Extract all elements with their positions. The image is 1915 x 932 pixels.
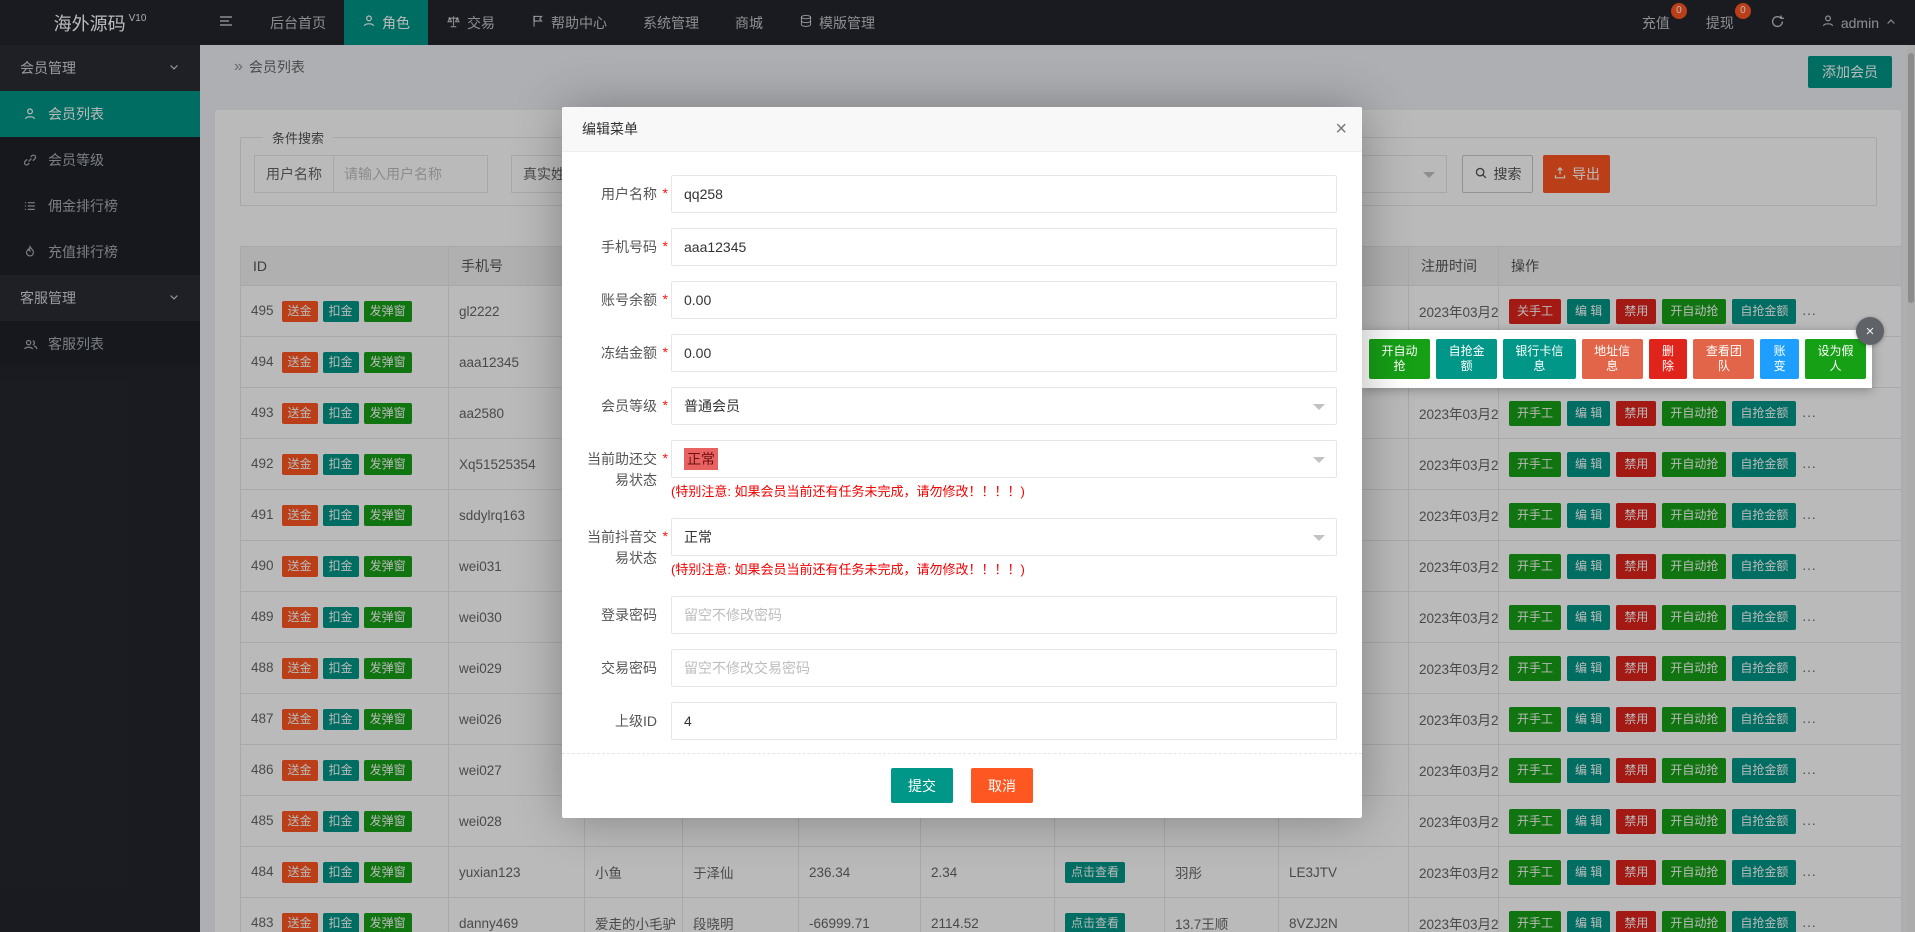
modal-form-row: 交易密码 <box>562 649 1362 687</box>
field-label-text: 手机号码 <box>601 239 657 255</box>
phone-field[interactable] <box>671 228 1337 266</box>
select-value: 正常 <box>684 529 712 545</box>
field-label-text: 冻结金额 <box>601 345 657 361</box>
field-label: 账号余额 * <box>587 281 671 319</box>
username-field[interactable] <box>671 175 1337 213</box>
field-label: 会员等级 * <box>587 387 671 425</box>
field-control <box>671 596 1337 634</box>
douyin-trade-status-select[interactable]: 正常 <box>671 518 1337 556</box>
field-label-text: 交易密码 <box>601 660 657 676</box>
required-asterisk: * <box>662 291 668 307</box>
field-control <box>671 649 1337 687</box>
field-label-text: 当前抖音交易状态 <box>587 529 657 566</box>
modal-title: 编辑菜单 <box>562 107 1362 152</box>
field-control <box>671 175 1337 213</box>
modal-form-row: 上级ID <box>562 702 1362 740</box>
modal-close-button[interactable]: × <box>1335 117 1347 141</box>
field-label-text: 上级ID <box>615 713 657 729</box>
required-asterisk: * <box>662 344 668 360</box>
field-control <box>671 702 1337 740</box>
parent-id-field[interactable] <box>671 702 1337 740</box>
account-change-button[interactable]: 账变 <box>1760 339 1799 379</box>
popup-close-button[interactable]: × <box>1856 317 1884 345</box>
field-control: 正常 (特别注意: 如果会员当前还有任务未完成，请勿修改！！！！) <box>671 440 1337 501</box>
field-label: 当前抖音交易状态 * <box>587 518 671 579</box>
select-value: 普通会员 <box>684 398 740 414</box>
required-asterisk: * <box>662 185 668 201</box>
chevron-down-icon <box>1313 535 1325 547</box>
modal-form-row: 账号余额 * <box>562 281 1362 319</box>
submit-button[interactable]: 提交 <box>891 768 953 803</box>
field-label: 交易密码 <box>587 649 671 687</box>
field-control <box>671 281 1337 319</box>
field-label: 当前助还交易状态 * <box>587 440 671 501</box>
select-value: 正常 <box>684 448 718 470</box>
required-asterisk: * <box>662 450 668 466</box>
field-label-text: 账号余额 <box>601 292 657 308</box>
warning-note: (特别注意: 如果会员当前还有任务未完成，请勿修改！！！！) <box>671 562 1025 577</box>
field-label: 登录密码 <box>587 596 671 634</box>
bank-info-button[interactable]: 银行卡信息 <box>1503 339 1576 379</box>
field-label-text: 用户名称 <box>601 186 657 202</box>
required-asterisk: * <box>662 238 668 254</box>
member-level-select[interactable]: 普通会员 <box>671 387 1337 425</box>
field-label: 上级ID <box>587 702 671 740</box>
chevron-down-icon <box>1313 404 1325 416</box>
field-label: 冻结金额 * <box>587 334 671 372</box>
modal-form-row: 会员等级 * 普通会员 <box>562 387 1362 425</box>
required-asterisk: * <box>662 528 668 544</box>
open-auto-grab-button[interactable]: 开自动抢 <box>1369 339 1431 379</box>
loan-trade-status-select[interactable]: 正常 <box>671 440 1337 478</box>
modal-form-row: 手机号码 * <box>562 228 1362 266</box>
modal-footer: 提交 取消 <box>562 753 1362 818</box>
frozen-amount-field[interactable] <box>671 334 1337 372</box>
edit-member-modal: 编辑菜单 × 用户名称 * 手机号码 * 账号余额 * 冻结金额 * 会员等级 * 普通会员当前助还… <box>562 107 1362 818</box>
trade-password-field[interactable] <box>671 649 1337 687</box>
modal-form-row: 冻结金额 * <box>562 334 1362 372</box>
field-control <box>671 334 1337 372</box>
row-actions-popup: 开自动抢 自抢金额 银行卡信息 地址信息 删除 查看团队 账变 设为假人 <box>1362 330 1872 388</box>
modal-form-row: 登录密码 <box>562 596 1362 634</box>
field-label-text: 当前助还交易状态 <box>587 451 657 488</box>
field-control: 正常 (特别注意: 如果会员当前还有任务未完成，请勿修改！！！！) <box>671 518 1337 579</box>
balance-field[interactable] <box>671 281 1337 319</box>
modal-form-row: 当前抖音交易状态 * 正常 (特别注意: 如果会员当前还有任务未完成，请勿修改！！！！… <box>562 518 1362 579</box>
view-team-button[interactable]: 查看团队 <box>1693 339 1755 379</box>
field-label-text: 登录密码 <box>601 607 657 623</box>
cancel-button[interactable]: 取消 <box>971 768 1033 803</box>
chevron-down-icon <box>1313 457 1325 469</box>
modal-body: 用户名称*手机号码*账号余额*冻结金额*会员等级*普通会员当前助还交易状态*正常… <box>562 152 1362 740</box>
field-control: 普通会员 <box>671 387 1337 425</box>
field-control <box>671 228 1337 266</box>
field-label: 用户名称 * <box>587 175 671 213</box>
login-password-field[interactable] <box>671 596 1337 634</box>
modal-form-row: 用户名称 * <box>562 175 1362 213</box>
grab-amount-button[interactable]: 自抢金额 <box>1436 339 1498 379</box>
required-asterisk: * <box>662 397 668 413</box>
address-info-button[interactable]: 地址信息 <box>1581 339 1643 379</box>
delete-button[interactable]: 删除 <box>1648 339 1688 379</box>
field-label-text: 会员等级 <box>601 398 657 414</box>
set-fake-button[interactable]: 设为假人 <box>1804 339 1867 379</box>
field-label: 手机号码 * <box>587 228 671 266</box>
warning-note: (特别注意: 如果会员当前还有任务未完成，请勿修改！！！！) <box>671 484 1025 499</box>
modal-form-row: 当前助还交易状态 * 正常 (特别注意: 如果会员当前还有任务未完成，请勿修改！！！！… <box>562 440 1362 501</box>
